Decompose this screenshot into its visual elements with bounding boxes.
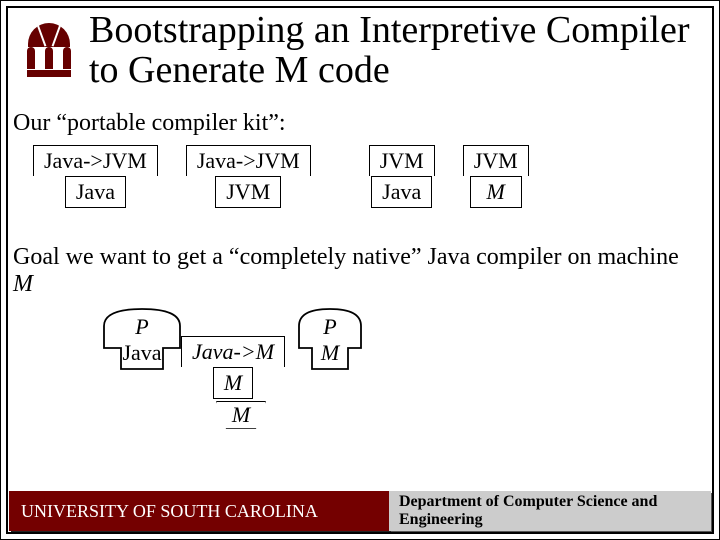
tomb-bot: M: [298, 340, 362, 369]
machine-m-base: M: [216, 401, 266, 429]
tdiag-bot: Java: [371, 176, 432, 208]
tdiagram-interp-m: JVM M: [463, 145, 529, 208]
tdiagram-interp-java: JVM Java: [369, 145, 435, 208]
tdiagram-compiler-java: Java->JVM Java: [33, 145, 158, 208]
tomb-bot: Java: [103, 340, 181, 369]
tdiag-top: Java->JVM: [33, 145, 158, 176]
tdiag-top: Java->JVM: [186, 145, 311, 176]
tomb-top: P: [298, 308, 362, 340]
usc-logo: [19, 23, 79, 78]
tdiagram-java-to-m: Java->M M: [181, 336, 285, 399]
tombstone-p-m: P M: [298, 308, 362, 370]
tdiag-bot: M: [470, 176, 522, 208]
tdiag-bot: JVM: [215, 176, 281, 208]
tdiagram-compiler-jvm: Java->JVM JVM: [186, 145, 311, 208]
tdiag-top: JVM: [463, 145, 529, 176]
tdiag-bot: M: [213, 367, 253, 399]
machine-m-label: M: [232, 402, 250, 427]
tomb-top: P: [103, 308, 181, 340]
tdiag-top: Java->M: [181, 336, 285, 367]
tdiag-top: JVM: [369, 145, 435, 176]
footer-university: UNIVERSITY OF SOUTH CAROLINA: [9, 491, 389, 531]
slide-title: Bootstrapping an Interpretive Compiler t…: [89, 11, 699, 91]
footer: UNIVERSITY OF SOUTH CAROLINA Department …: [9, 491, 711, 531]
footer-department: Department of Computer Science and Engin…: [389, 491, 711, 531]
goal-text: Goal we want to get a “completely native…: [13, 244, 704, 298]
goal-text-em: M: [13, 271, 33, 297]
tdiag-bot: Java: [65, 176, 126, 208]
goal-text-pre: Goal we want to get a “completely native…: [13, 244, 679, 270]
goal-diagram: P Java Java->M M P M M: [103, 308, 704, 448]
kit-row: Java->JVM Java Java->JVM JVM JVM Java JV…: [33, 145, 704, 208]
kit-subhead: Our “portable compiler kit”:: [13, 110, 704, 137]
tombstone-p-java: P Java: [103, 308, 181, 370]
